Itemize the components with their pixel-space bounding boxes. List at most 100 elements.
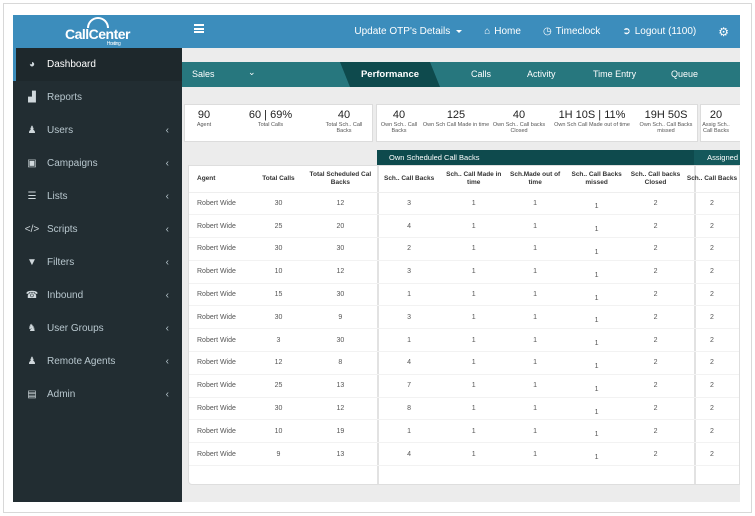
chevron-left-icon[interactable]: ‹ (166, 158, 169, 169)
table-cell (250, 465, 307, 489)
table-cell: 1 (444, 192, 504, 216)
table-cell: 2 (684, 283, 739, 307)
table-cell: 3 (373, 260, 445, 284)
table-cell: 1 (567, 328, 627, 353)
update-otp-dropdown[interactable]: Update OTP's Details (343, 26, 473, 37)
table-row[interactable]: Robert Wide 10 12 3 1 1 1 2 2 (189, 260, 739, 284)
sidebar-item-remote-agents[interactable]: ♟ Remote Agents ‹ (13, 345, 182, 378)
home-link[interactable]: ⌂ Home (473, 26, 532, 37)
table-cell: 4 (373, 442, 445, 467)
settings-button[interactable]: ⚙ (707, 25, 740, 39)
horizontal-scroll-area[interactable] (182, 488, 740, 502)
chevron-left-icon[interactable]: ‹ (166, 125, 169, 136)
table-cell (567, 465, 627, 489)
stat-own-backs-missed: 19H 50S Own Sch.. Call Backs missed (637, 105, 695, 141)
table-row[interactable]: Robert Wide 3 30 1 1 1 1 2 2 (189, 328, 739, 353)
sidebar-item-dashboard[interactable]: ◕ Dashboard (13, 48, 182, 81)
tab-performance[interactable]: Performance (340, 62, 440, 87)
table-cell: 2 (626, 283, 685, 307)
table-cell: 30 (250, 397, 307, 421)
logo-bar[interactable]: CallCenter Hosting (13, 15, 182, 48)
tab-queue[interactable]: Queue (671, 69, 698, 79)
table-cell: 9 (250, 442, 307, 467)
table-cell: 2 (626, 419, 685, 444)
sidebar-item-label: Remote Agents (47, 356, 116, 367)
table-row[interactable]: Robert Wide 30 12 3 1 1 1 2 2 (189, 192, 739, 216)
stat-own-backs-closed: 40 Own Sch.. Call backs Closed (491, 105, 547, 141)
table-cell: 1 (503, 237, 568, 261)
table-cell: 2 (684, 237, 739, 261)
sidebar-item-lists[interactable]: ☰ Lists ‹ (13, 180, 182, 213)
chevron-left-icon[interactable]: ‹ (166, 290, 169, 301)
column-header[interactable]: Total Scheduled Cal Backs (306, 166, 374, 193)
table-cell: 1 (567, 419, 627, 444)
table-row[interactable]: Robert Wide 9 13 4 1 1 1 2 2 (189, 442, 739, 467)
sidebar-item-users[interactable]: ♟ Users ‹ (13, 114, 182, 147)
timeclock-label: Timeclock (555, 26, 601, 37)
stat-value: 40 (392, 109, 406, 121)
summary-box-own: 40 Own Sch.. Call Backs 125 Own Sch Call… (376, 104, 698, 142)
table-cell: 2 (626, 260, 685, 284)
column-header[interactable]: Sch.. Call backs Closed (626, 166, 685, 193)
table-cell: 4 (373, 351, 445, 375)
sidebar-item-label: Filters (47, 257, 75, 268)
home-icon: ⌂ (484, 26, 491, 37)
sidebar-item-scripts[interactable]: </> Scripts ‹ (13, 213, 182, 246)
chevron-left-icon[interactable]: ‹ (166, 389, 169, 400)
brand-logo[interactable]: CallCenter Hosting (64, 16, 131, 47)
column-header[interactable]: Sch.Made out of time (503, 166, 568, 193)
menu-toggle-icon[interactable] (194, 24, 204, 33)
logout-link[interactable]: ➲ Logout (1100) (611, 26, 707, 37)
table-cell: 20 (306, 214, 374, 239)
table-cell: 1 (567, 397, 627, 421)
stat-value: 20 (709, 109, 723, 121)
table-cell: 2 (626, 305, 685, 330)
sidebar-item-inbound[interactable]: ☎ Inbound ‹ (13, 279, 182, 312)
table-cell: 1 (567, 374, 627, 398)
table-row[interactable]: Robert Wide 25 13 7 1 1 1 2 2 (189, 374, 739, 398)
campaign-icon: ▣ (27, 158, 37, 169)
table-cell: 10 (250, 419, 307, 444)
sidebar-item-user-groups[interactable]: ♞ User Groups ‹ (13, 312, 182, 345)
chevron-left-icon[interactable]: ‹ (166, 356, 169, 367)
sidebar-item-filters[interactable]: ▼ Filters ‹ (13, 246, 182, 279)
table-cell: 1 (444, 397, 504, 421)
column-header[interactable]: Sch.. Call Backs missed (567, 166, 627, 193)
table-cell: 1 (503, 192, 568, 216)
table-cell: 2 (626, 397, 685, 421)
table-cell: 1 (503, 351, 568, 375)
brand-name: CallCenter (64, 25, 131, 42)
table-cell (189, 465, 251, 489)
table-cell: Robert Wide (189, 305, 251, 330)
table-row[interactable]: Robert Wide 25 20 4 1 1 1 2 2 (189, 214, 739, 239)
timeclock-link[interactable]: ◷ Timeclock (532, 26, 611, 37)
table-row[interactable]: Robert Wide 30 9 3 1 1 1 2 2 (189, 305, 739, 330)
column-header[interactable]: Sch.. Call Backs (373, 166, 445, 193)
sidebar-item-label: Admin (47, 389, 76, 400)
table-row[interactable]: Robert Wide 10 19 1 1 1 1 2 2 (189, 419, 739, 444)
table-cell: 2 (373, 237, 445, 261)
sidebar-item-campaigns[interactable]: ▣ Campaigns ‹ (13, 147, 182, 180)
sales-dropdown[interactable]: Sales (192, 69, 215, 79)
table-row[interactable]: Robert Wide 15 30 1 1 1 1 2 2 (189, 283, 739, 307)
tab-calls[interactable]: Calls (471, 69, 491, 79)
column-header[interactable]: Total Calls (250, 166, 307, 193)
column-header[interactable]: Agent (189, 166, 251, 193)
table-row[interactable]: Robert Wide 30 30 2 1 1 1 2 2 (189, 237, 739, 261)
table-cell: 2 (684, 214, 739, 239)
chevron-left-icon[interactable]: ‹ (166, 224, 169, 235)
column-header[interactable]: Sch.. Call Made in time (444, 166, 504, 193)
stat-label: Total Calls (257, 122, 284, 129)
brand-sub: Hosting (106, 40, 121, 47)
tab-activity[interactable]: Activity (527, 69, 556, 79)
sidebar-item-reports[interactable]: ▟ Reports (13, 81, 182, 114)
chevron-left-icon[interactable]: ‹ (166, 257, 169, 268)
chevron-left-icon[interactable]: ‹ (166, 191, 169, 202)
table-row[interactable]: Robert Wide 30 12 8 1 1 1 2 2 (189, 397, 739, 421)
sidebar-item-admin[interactable]: ▤ Admin ‹ (13, 378, 182, 411)
chevron-down-icon[interactable]: ⌄ (248, 67, 256, 78)
tab-time-entry[interactable]: Time Entry (593, 69, 636, 79)
chevron-left-icon[interactable]: ‹ (166, 323, 169, 334)
column-header[interactable]: Sch.. Call Backs (684, 166, 739, 193)
table-row[interactable]: Robert Wide 12 8 4 1 1 1 2 2 (189, 351, 739, 375)
